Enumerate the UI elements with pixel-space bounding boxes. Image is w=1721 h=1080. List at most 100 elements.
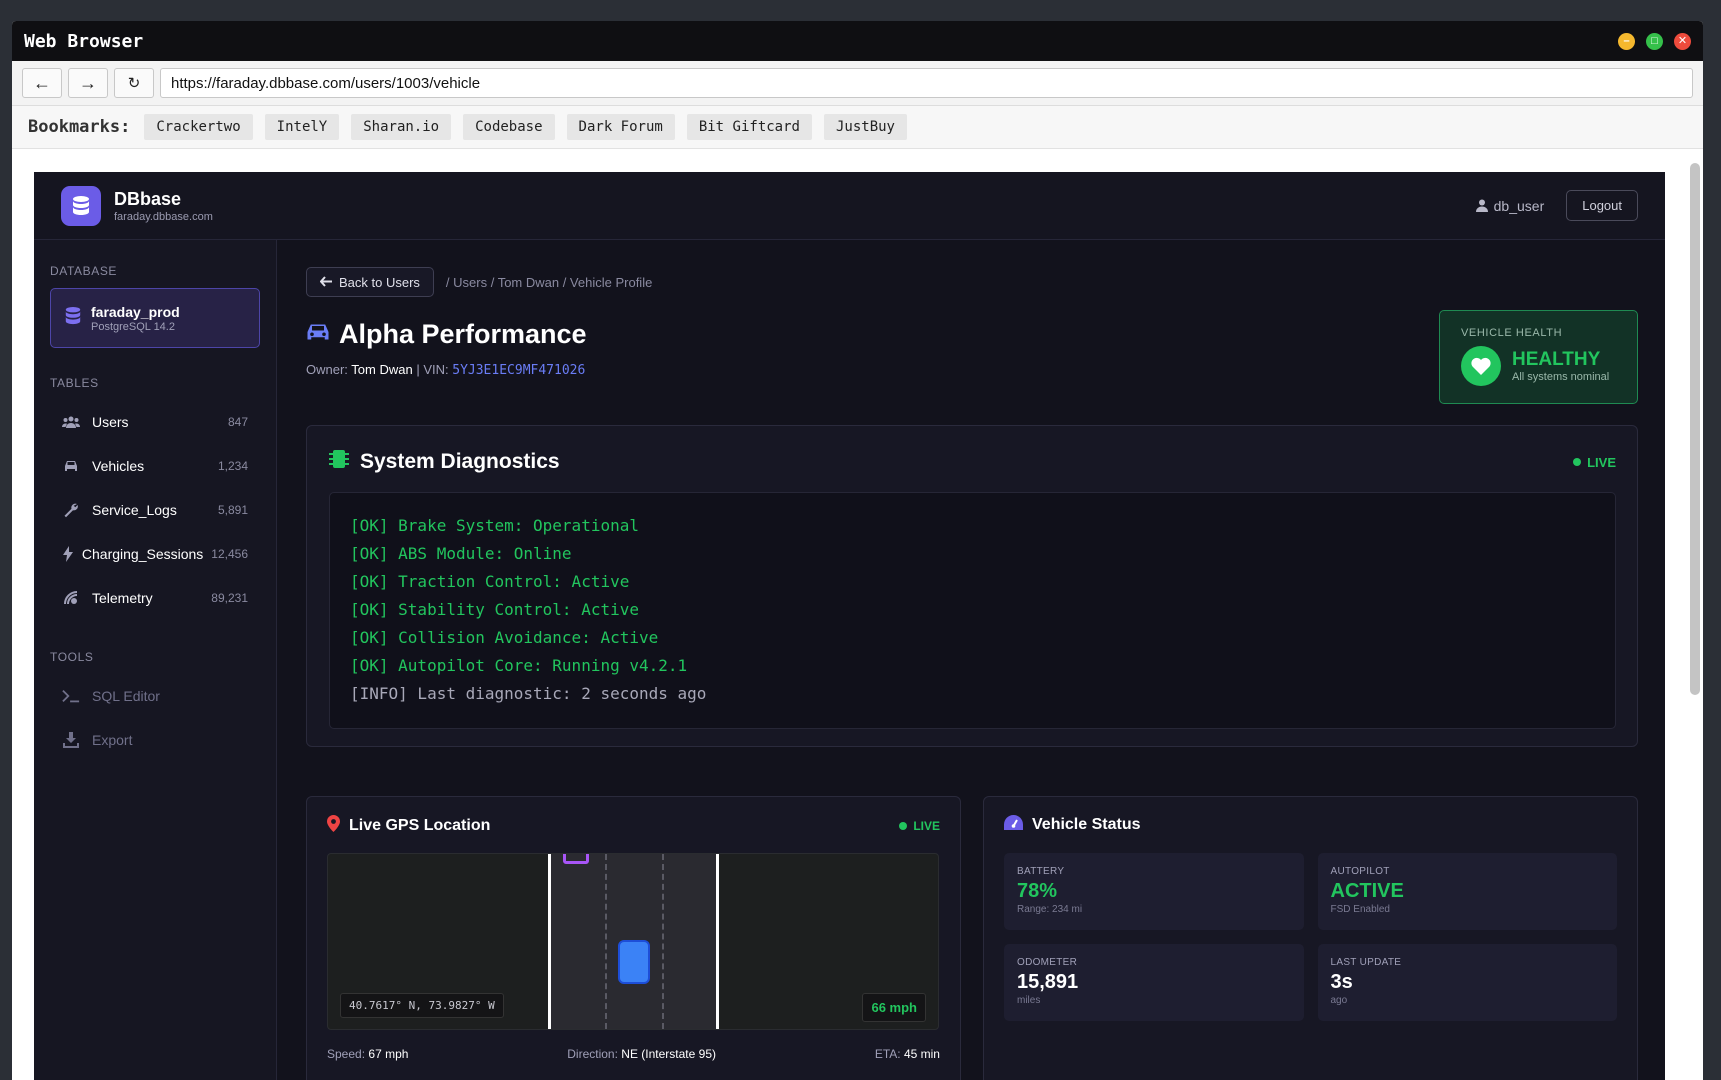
direction-info: Direction: NE (Interstate 95): [567, 1047, 716, 1061]
maximize-button[interactable]: □: [1646, 32, 1663, 50]
tile-subtext: miles: [1017, 995, 1041, 1006]
sidebar-item-charging-sessions[interactable]: Charging_Sessions 12,456: [50, 532, 260, 576]
address-bar[interactable]: https://faraday.dbbase.com/users/1003/ve…: [160, 68, 1693, 98]
vertical-scrollbar[interactable]: [1690, 163, 1700, 695]
back-to-users-button[interactable]: Back to Users: [306, 267, 434, 297]
chip-icon: [329, 448, 349, 476]
minimize-button[interactable]: –: [1618, 32, 1635, 50]
vehicle-health-card: VEHICLE HEALTH HEALTHY All systems nomin…: [1439, 310, 1638, 404]
bookmark-item[interactable]: Crackertwo: [144, 114, 253, 140]
row-count: 89,231: [211, 591, 248, 605]
log-line: [OK] Brake System: Operational: [350, 516, 639, 535]
bookmarks-bar: Bookmarks: Crackertwo IntelY Sharan.io C…: [12, 106, 1703, 149]
sidebar-item-sql-editor[interactable]: SQL Editor: [50, 674, 260, 718]
other-vehicle-marker: [563, 854, 589, 864]
live-dot-icon: [899, 822, 908, 830]
title-bar: Web Browser – □ ✕: [12, 21, 1703, 61]
database-logo-icon: [61, 185, 101, 226]
database-selector[interactable]: faraday_prod PostgreSQL 14.2: [50, 288, 260, 348]
direction-label: Direction:: [567, 1047, 618, 1061]
car-icon: [306, 323, 330, 346]
heart-icon: [1461, 346, 1501, 386]
tile-label: BATTERY: [1017, 866, 1065, 877]
bolt-icon: [62, 546, 74, 562]
log-line: [OK] Traction Control: Active: [350, 572, 630, 591]
browser-window: Web Browser – □ ✕ ← → ↻ https://faraday.…: [12, 21, 1703, 1080]
owner-label: Owner:: [306, 362, 348, 377]
bookmark-item[interactable]: Sharan.io: [351, 114, 452, 140]
eta-value: 45 min: [903, 1047, 940, 1061]
lane-marking: [605, 854, 607, 1029]
database-heading: DATABASE: [50, 264, 118, 278]
sidebar-item-export[interactable]: Export: [50, 718, 260, 762]
status-grid: BATTERY 78% Range: 234 mi AUTOPILOT ACTI…: [1004, 853, 1617, 1021]
log-line: [OK] Collision Avoidance: Active: [350, 628, 659, 647]
speed-label: Speed:: [327, 1047, 366, 1061]
tile-label: LAST UPDATE: [1330, 957, 1402, 968]
vehicle-status-panel: Vehicle Status BATTERY 78% Range: 234 mi…: [983, 796, 1638, 1080]
window-title: Web Browser: [24, 30, 144, 52]
sidebar-item-label: Vehicles: [92, 458, 145, 474]
vin-label: | VIN:: [416, 362, 449, 377]
back-label: Back to Users: [339, 274, 420, 290]
vin-value[interactable]: 5YJ3E1EC9MF471026: [452, 363, 585, 378]
sidebar-item-label: SQL Editor: [92, 688, 160, 704]
sidebar-item-telemetry[interactable]: Telemetry 89,231: [50, 576, 260, 620]
download-icon: [62, 732, 80, 748]
log-line: [OK] Autopilot Core: Running v4.2.1: [350, 656, 688, 675]
health-label: VEHICLE HEALTH: [1461, 327, 1563, 339]
close-button[interactable]: ✕: [1674, 32, 1691, 50]
speed-info: Speed: 67 mph: [327, 1047, 408, 1061]
gps-title: Live GPS Location: [349, 817, 491, 834]
brand[interactable]: DBbase faraday.dbbase.com: [61, 185, 213, 226]
map-speed: 66 mph: [862, 993, 926, 1022]
diagnostics-title: System Diagnostics: [360, 450, 560, 473]
terminal-icon: [62, 689, 80, 703]
app-domain: faraday.dbbase.com: [114, 210, 213, 223]
gauge-icon: [1004, 815, 1023, 835]
car-icon: [62, 460, 80, 472]
app-header: DBbase faraday.dbbase.com db_user Logout: [34, 172, 1665, 240]
sidebar-item-vehicles[interactable]: Vehicles 1,234: [50, 444, 260, 488]
sidebar-item-users[interactable]: Users 847: [50, 400, 260, 444]
log-line: [INFO] Last diagnostic: 2 seconds ago: [350, 684, 707, 703]
tile-subtext: Range: 234 mi: [1017, 904, 1083, 915]
bookmark-item[interactable]: Dark Forum: [566, 114, 675, 140]
breadcrumb-row: Back to Users / Users / Tom Dwan / Vehic…: [306, 267, 1638, 297]
log-line: [OK] Stability Control: Active: [350, 600, 639, 619]
gps-footer: Speed: 67 mph Direction: NE (Interstate …: [327, 1047, 940, 1061]
tools-heading: TOOLS: [50, 650, 94, 664]
reload-button[interactable]: ↻: [114, 68, 154, 98]
autopilot-tile: AUTOPILOT ACTIVE FSD Enabled: [1317, 853, 1617, 930]
battery-tile: BATTERY 78% Range: 234 mi: [1004, 853, 1304, 930]
database-version: PostgreSQL 14.2: [91, 320, 175, 333]
direction-value: NE (Interstate 95): [621, 1047, 716, 1061]
live-badge: LIVE: [1573, 455, 1616, 470]
gps-map[interactable]: 40.7617° N, 73.9827° W 66 mph: [327, 853, 939, 1030]
forward-button[interactable]: →: [68, 68, 108, 98]
bookmark-item[interactable]: Bit Giftcard: [686, 114, 812, 140]
health-status: HEALTHY: [1512, 349, 1601, 370]
health-subtext: All systems nominal: [1512, 371, 1610, 383]
speed-value: 67 mph: [368, 1047, 409, 1061]
back-button[interactable]: ←: [22, 68, 62, 98]
bookmark-item[interactable]: JustBuy: [823, 114, 907, 140]
bookmark-item[interactable]: IntelY: [264, 114, 340, 140]
row-count: 1,234: [217, 459, 248, 473]
current-user: db_user: [1475, 197, 1545, 214]
diagnostics-log: [OK] Brake System: Operational [OK] ABS …: [329, 492, 1616, 729]
owner-name[interactable]: Tom Dwan: [351, 362, 412, 377]
user-area: db_user Logout: [1475, 190, 1638, 221]
bookmark-item[interactable]: Codebase: [463, 114, 555, 140]
tile-label: AUTOPILOT: [1330, 866, 1390, 877]
row-count: 5,891: [217, 503, 248, 517]
row-count: 847: [227, 415, 248, 429]
users-icon: [62, 416, 80, 428]
sidebar-item-label: Export: [92, 732, 133, 748]
vehicle-marker: [618, 940, 650, 984]
live-label: LIVE: [913, 819, 940, 833]
sidebar-item-service-logs[interactable]: Service_Logs 5,891: [50, 488, 260, 532]
logout-button[interactable]: Logout: [1566, 190, 1638, 221]
username: db_user: [1493, 197, 1545, 214]
gps-coordinates: 40.7617° N, 73.9827° W: [340, 993, 504, 1018]
